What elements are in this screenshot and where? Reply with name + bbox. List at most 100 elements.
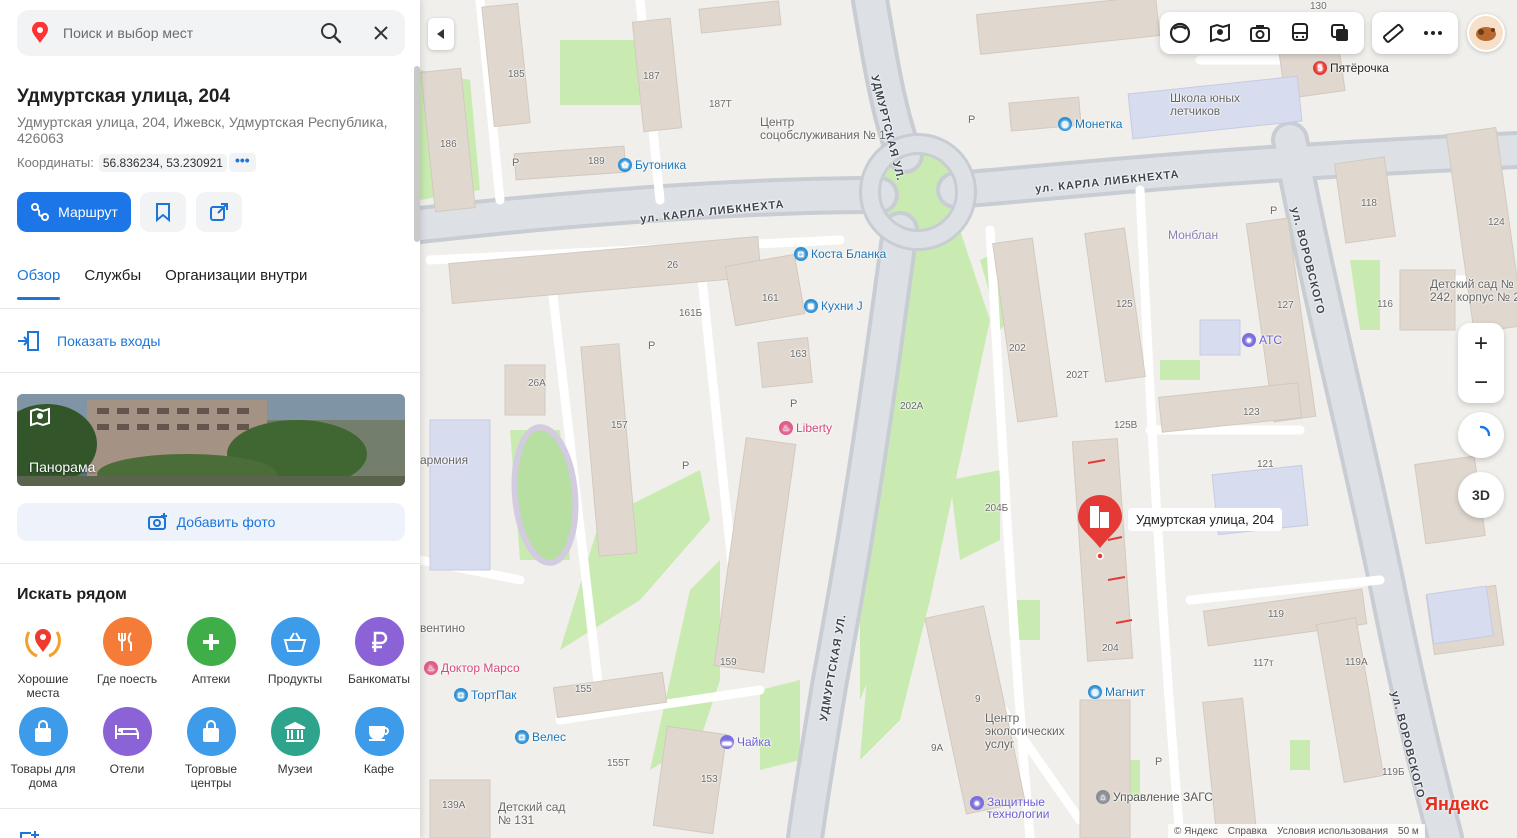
zoom-in-button[interactable]: + [1464, 327, 1498, 361]
category-hotels[interactable]: Отели [85, 707, 169, 776]
tools-toolbar [1372, 12, 1458, 54]
category-good-places[interactable]: Хорошие места [1, 617, 85, 700]
poi-liberty[interactable]: ♨ Liberty [779, 421, 832, 435]
parking-label: Р [1270, 205, 1278, 217]
category-label: Аптеки [191, 672, 231, 686]
traffic-layer-button[interactable] [1323, 16, 1357, 50]
tab-overview[interactable]: Обзор [17, 267, 61, 300]
layers-button[interactable] [1163, 16, 1197, 50]
add-photo-label: Добавить фото [176, 514, 276, 530]
panorama-layer-button[interactable] [1203, 16, 1237, 50]
triangle-left-icon [437, 29, 444, 39]
category-label: Где поесть [96, 672, 158, 686]
avatar-image-icon [1476, 27, 1496, 41]
house-number: 119А [1345, 657, 1368, 668]
tab-services[interactable]: Службы [84, 267, 141, 294]
museum-icon [284, 721, 306, 742]
user-avatar[interactable] [1467, 14, 1505, 52]
poi-pyaterochka[interactable]: 5 Пятёрочка [1313, 61, 1389, 75]
clear-search-button[interactable] [369, 21, 393, 45]
more-button[interactable] [1416, 16, 1450, 50]
place-address: Удмуртская улица, 204, Ижевск, Удмуртска… [17, 114, 388, 146]
poi-kuhni-j[interactable]: ◙ Кухни J [804, 299, 863, 313]
search-button[interactable] [319, 21, 343, 45]
office-icon: ● [1242, 333, 1256, 347]
poi-butonika[interactable]: ✿ Бутоника [618, 158, 686, 172]
panorama-preview[interactable]: Панорама [17, 394, 405, 486]
search-input[interactable] [63, 25, 303, 41]
beauty-icon: ♨ [779, 421, 793, 435]
share-button[interactable] [196, 192, 242, 232]
marker-label[interactable]: Удмуртская улица, 204 [1128, 508, 1283, 531]
poi-magnit[interactable]: ◍ Магнит [1088, 685, 1145, 699]
bus-icon [1292, 23, 1308, 41]
house-number: 187 [643, 71, 660, 82]
category-museums[interactable]: Музеи [253, 707, 337, 776]
category-label: Торговые центры [184, 762, 238, 790]
panel-scrollbar[interactable] [414, 66, 420, 242]
view-3d-button[interactable]: 3D [1458, 472, 1504, 518]
category-home-goods[interactable]: Товары для дома [1, 707, 85, 790]
bag-icon: ◘ [454, 688, 468, 702]
parking-label: Р [512, 157, 520, 169]
coordinates-more-button[interactable]: ••• [228, 153, 256, 172]
house-number: 202Т [1066, 370, 1089, 381]
house-number: 163 [790, 349, 807, 360]
house-number: 123 [1243, 407, 1260, 418]
fork-knife-icon [118, 631, 132, 651]
category-pharmacy[interactable]: Аптеки [169, 617, 253, 686]
photo-layer-button[interactable] [1243, 16, 1277, 50]
poi-upravlenie-zags[interactable]: ⌂ Управление ЗАГС [1096, 790, 1213, 804]
category-groceries[interactable]: Продукты [253, 617, 337, 686]
pyaterochka-icon: 5 [1313, 61, 1327, 75]
squares-icon [1331, 24, 1348, 41]
poi-monetka[interactable]: ◍ Монетка [1058, 117, 1122, 131]
bookmark-button[interactable] [140, 192, 186, 232]
search-bar [17, 10, 405, 56]
yandex-logo: Яндекс [1425, 794, 1490, 814]
category-atm[interactable]: Банкоматы [337, 617, 420, 686]
show-entrances-button[interactable]: Показать входы [17, 330, 160, 352]
category-food[interactable]: Где поесть [85, 617, 169, 686]
house-number: 202А [900, 401, 924, 412]
transport-layer-button[interactable] [1283, 16, 1317, 50]
layers-icon [1169, 22, 1191, 44]
poi-tortpak[interactable]: ◘ ТортПак [454, 688, 517, 702]
collapse-panel-button[interactable] [428, 18, 454, 50]
house-number: 9А [931, 743, 944, 754]
route-button[interactable]: Маршрут [17, 192, 131, 232]
house-number: 155 [575, 684, 592, 695]
zoom-control: + − [1458, 323, 1504, 403]
poi-veles[interactable]: ◘ Велес [515, 730, 566, 744]
copyright-text: © Яндекс [1174, 825, 1218, 837]
add-photo-button[interactable]: Добавить фото [17, 503, 405, 541]
poi-doctor-marso[interactable]: ♨ Доктор Марсо [424, 661, 520, 675]
category-cafe[interactable]: Кафе [337, 707, 420, 776]
coordinates-value[interactable]: 56.836234, 53.230921 [98, 153, 227, 172]
hotel-icon: ▬ [720, 735, 734, 749]
poi-chaika[interactable]: ▬ Чайка [720, 735, 771, 749]
category-malls[interactable]: Торговые центры [169, 707, 253, 790]
flower-icon: ✿ [618, 158, 632, 172]
map-pin-icon [32, 22, 48, 43]
ruler-button[interactable] [1376, 16, 1410, 50]
house-number: 139А [442, 800, 466, 811]
zoom-out-button[interactable]: − [1464, 366, 1498, 400]
poi-zashchitnye-tehnologii[interactable]: ● Защитные технологии [970, 796, 1067, 820]
poi-kosta-blanka[interactable]: ◘ Коста Бланка [794, 247, 886, 261]
government-icon: ⌂ [1096, 790, 1110, 804]
help-link[interactable]: Справка [1228, 826, 1267, 837]
coordinates-label: Координаты: [17, 155, 94, 170]
tab-organizations-inside[interactable]: Организации внутри [165, 267, 307, 294]
house-number: 125В [1114, 420, 1138, 431]
terms-link[interactable]: Условия использования [1277, 826, 1388, 837]
category-label: Отели [109, 762, 145, 776]
map-label-garmoniya: армония [420, 453, 469, 467]
locate-me-button[interactable] [1458, 412, 1504, 458]
divider [0, 808, 420, 809]
bookmark-icon [156, 203, 170, 222]
panorama-icon [30, 407, 50, 427]
poi-ats[interactable]: ● АТС [1242, 333, 1282, 347]
place-tabs: Обзор Службы Организации внутри [17, 267, 307, 300]
pin-laurel-icon [25, 628, 61, 657]
